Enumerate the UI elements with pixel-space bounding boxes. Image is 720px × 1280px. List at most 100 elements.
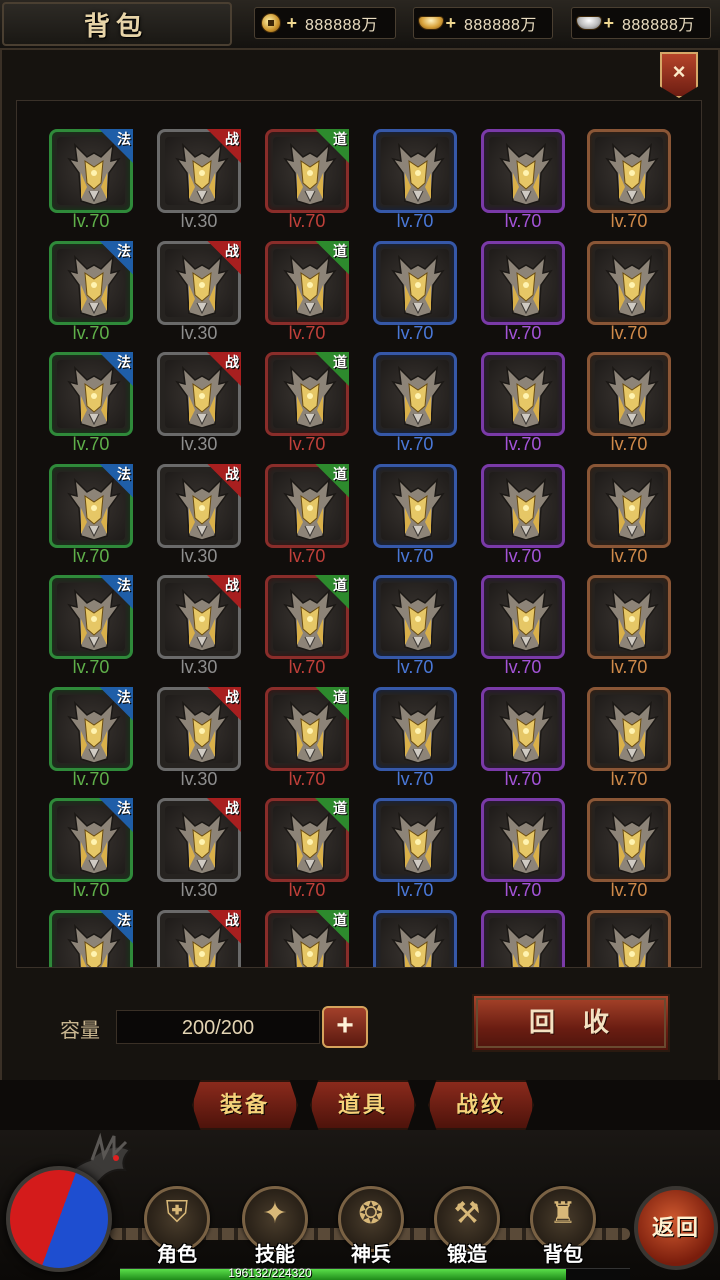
inventory-slot[interactable]: 法lv.70 bbox=[49, 575, 133, 685]
inventory-slot[interactable]: 战lv.30 bbox=[157, 240, 241, 351]
inventory-slot[interactable]: lv.70 bbox=[481, 463, 565, 574]
item-level: lv.70 bbox=[396, 322, 434, 343]
currency-gold-ingot[interactable]: + 888888万 bbox=[413, 7, 553, 39]
armor-icon bbox=[499, 589, 553, 651]
armor-icon bbox=[283, 366, 337, 428]
inventory-slot[interactable]: 法lv.70 bbox=[49, 129, 133, 239]
armor-icon bbox=[499, 478, 553, 540]
item-frame: 法 bbox=[49, 575, 133, 659]
taiji-orb-button[interactable] bbox=[6, 1166, 112, 1272]
inventory-slot[interactable]: lv.70 bbox=[373, 686, 457, 797]
inventory-slot[interactable]: lv.70 bbox=[481, 129, 565, 239]
inventory-slot[interactable]: 道lv.70 bbox=[265, 909, 349, 969]
item-level: lv.70 bbox=[504, 211, 542, 231]
armor-icon bbox=[283, 255, 337, 317]
inventory-slot[interactable]: 战lv.30 bbox=[157, 909, 241, 967]
item-frame bbox=[481, 909, 565, 967]
inventory-slot[interactable]: 道lv.70 bbox=[265, 686, 349, 797]
inventory-slot[interactable]: lv.70 bbox=[587, 463, 671, 574]
recycle-button[interactable]: 回收 bbox=[472, 994, 670, 1052]
item-frame bbox=[373, 463, 457, 548]
nav-character[interactable]: ⛨ 角色 bbox=[142, 1186, 212, 1274]
item-frame bbox=[481, 463, 565, 548]
armor-icon bbox=[605, 143, 659, 205]
item-frame bbox=[587, 686, 671, 771]
inventory-slot[interactable]: 法lv.70 bbox=[49, 463, 133, 574]
nav-divine-weapon[interactable]: ❂ 神兵 bbox=[336, 1186, 406, 1274]
item-frame: 道 bbox=[265, 240, 349, 325]
inventory-slot[interactable]: 法lv.70 bbox=[49, 240, 133, 351]
inventory-slot[interactable]: 法lv.70 bbox=[49, 352, 133, 462]
inventory-slot[interactable]: 战lv.30 bbox=[157, 463, 241, 574]
inventory-slot[interactable]: 战lv.30 bbox=[157, 686, 241, 797]
inventory-slot[interactable]: lv.70 bbox=[587, 240, 671, 351]
return-button[interactable]: 返回 bbox=[634, 1186, 718, 1270]
item-frame bbox=[587, 352, 671, 436]
nav-forge[interactable]: ⚒ 锻造 bbox=[432, 1186, 502, 1274]
inventory-slot[interactable]: lv.70 bbox=[481, 575, 565, 685]
tab-items[interactable]: 道具 bbox=[310, 1080, 416, 1130]
nav-bag[interactable]: ♜ 背包 bbox=[528, 1186, 598, 1274]
inventory-slot[interactable]: 法lv.70 bbox=[49, 686, 133, 797]
inventory-slot[interactable]: lv.70 bbox=[587, 686, 671, 797]
armor-icon bbox=[605, 812, 659, 874]
currency-silver-ingot[interactable]: + 888888万 bbox=[571, 7, 711, 39]
title-plate: 背包 bbox=[2, 2, 232, 46]
item-level: lv.70 bbox=[504, 768, 542, 789]
item-level: lv.30 bbox=[180, 211, 218, 231]
inventory-slot[interactable]: lv.70 bbox=[373, 463, 457, 574]
item-frame: 道 bbox=[265, 909, 349, 969]
item-level: lv.70 bbox=[72, 434, 110, 454]
armor-icon bbox=[67, 701, 121, 763]
item-frame: 法 bbox=[49, 352, 133, 436]
item-frame: 道 bbox=[265, 129, 349, 213]
item-frame bbox=[373, 909, 457, 967]
inventory-slot[interactable]: 战lv.30 bbox=[157, 798, 241, 908]
inventory-slot[interactable]: 战lv.30 bbox=[157, 129, 241, 239]
inventory-slot[interactable]: lv.70 bbox=[481, 909, 565, 967]
inventory-slot[interactable]: lv.70 bbox=[481, 240, 565, 351]
item-frame bbox=[481, 240, 565, 325]
inventory-slot[interactable]: lv.70 bbox=[373, 240, 457, 351]
inventory-grid-scroll[interactable]: 法 lv.70 战 lv.30 道 lv.70 lv.70 lv.70 lv.70 法 lv.70 战… bbox=[16, 100, 702, 968]
inventory-slot[interactable]: lv.70 bbox=[587, 129, 671, 239]
armor-icon bbox=[67, 924, 121, 969]
item-level: lv.70 bbox=[396, 434, 434, 454]
inventory-slot[interactable]: lv.70 bbox=[373, 352, 457, 462]
inventory-slot[interactable]: lv.70 bbox=[373, 129, 457, 239]
inventory-slot[interactable]: lv.70 bbox=[481, 686, 565, 797]
inventory-slot[interactable]: 道lv.70 bbox=[265, 129, 349, 239]
inventory-slot[interactable]: lv.70 bbox=[481, 352, 565, 462]
inventory-slot[interactable]: 道lv.70 bbox=[265, 240, 349, 351]
item-level: lv.70 bbox=[396, 211, 434, 231]
tab-battle-pattern[interactable]: 战纹 bbox=[428, 1080, 534, 1130]
armor-icon bbox=[391, 366, 445, 428]
armor-icon bbox=[391, 255, 445, 317]
item-level: lv.70 bbox=[504, 545, 542, 566]
inventory-slot[interactable]: 道lv.70 bbox=[265, 798, 349, 908]
armor-icon bbox=[283, 924, 337, 969]
inventory-slot[interactable]: 道lv.70 bbox=[265, 575, 349, 685]
tab-equipment[interactable]: 装备 bbox=[192, 1080, 298, 1130]
inventory-slot[interactable]: lv.70 bbox=[587, 575, 671, 685]
add-capacity-button[interactable]: + bbox=[322, 1006, 368, 1048]
inventory-slot[interactable]: lv.70 bbox=[587, 909, 671, 967]
inventory-slot[interactable]: 道lv.70 bbox=[265, 463, 349, 574]
inventory-slot[interactable]: 道lv.70 bbox=[265, 352, 349, 462]
inventory-slot[interactable]: lv.70 bbox=[587, 798, 671, 908]
item-level: lv.70 bbox=[610, 880, 648, 900]
inventory-slot[interactable]: lv.70 bbox=[587, 352, 671, 462]
inventory-slot[interactable]: lv.70 bbox=[373, 909, 457, 967]
nav-skills[interactable]: ✦ 技能 bbox=[240, 1186, 310, 1274]
inventory-slot[interactable]: lv.70 bbox=[373, 575, 457, 685]
inventory-slot[interactable]: 法lv.70 bbox=[49, 909, 133, 969]
armor-icon bbox=[67, 478, 121, 540]
inventory-slot[interactable]: lv.70 bbox=[373, 798, 457, 908]
currency-gold-coin[interactable]: + 888888万 bbox=[254, 7, 396, 39]
inventory-slot[interactable]: lv.70 bbox=[481, 798, 565, 908]
item-level: lv.70 bbox=[396, 768, 434, 789]
armor-icon bbox=[391, 812, 445, 874]
inventory-slot[interactable]: 战lv.30 bbox=[157, 575, 241, 685]
inventory-slot[interactable]: 法lv.70 bbox=[49, 798, 133, 908]
inventory-slot[interactable]: 战lv.30 bbox=[157, 352, 241, 462]
